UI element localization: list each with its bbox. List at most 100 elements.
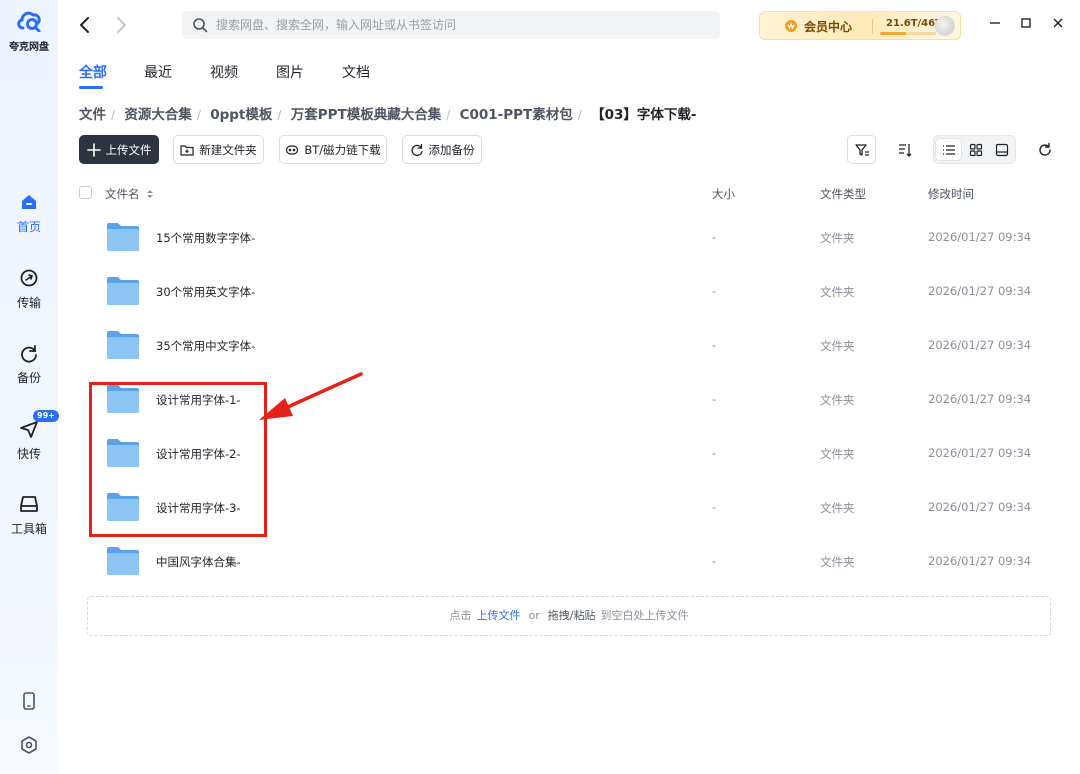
file-name[interactable]: 35个常用中文字体- [156,338,255,354]
file-modified-time: 2026/01/27 09:34 [928,446,1032,460]
transfer-icon [20,269,38,287]
refresh-button[interactable] [1030,135,1059,164]
file-size: - [712,554,717,568]
tab-recent[interactable]: 最近 [144,62,172,82]
table-row[interactable]: 30个常用英文字体- - 文件夹 2026/01/27 09:34 [79,265,1059,319]
breadcrumb-item[interactable]: 0ppt模板 [210,107,272,123]
vip-center-button[interactable]: 会员中心 21.6T/46T [759,11,961,40]
folder-icon [107,547,139,575]
tab-documents[interactable]: 文档 [342,62,370,82]
avatar[interactable] [935,16,955,36]
list-view-icon [942,144,955,155]
breadcrumb-item[interactable]: 万套PPT模板典藏大合集 [291,107,442,123]
file-modified-time: 2026/01/27 09:34 [928,338,1032,352]
upload-button[interactable]: 上传文件 [79,135,159,164]
sidebar-item-label: 快传 [16,447,41,461]
filter-button[interactable] [847,135,876,164]
sidebar-item-toolbox[interactable]: 工具箱 [0,494,58,537]
column-header-modified[interactable]: 修改时间 [928,186,974,202]
app-logo[interactable]: 夸克网盘 [0,8,58,53]
tab-video[interactable]: 视频 [210,62,238,82]
bt-download-button-label: BT/磁力链下载 [304,142,381,157]
new-folder-icon [180,144,194,156]
file-size: - [712,284,717,298]
file-name[interactable]: 30个常用英文字体- [156,284,255,300]
close-icon[interactable] [1051,16,1065,30]
upload-button-label: 上传文件 [105,142,152,157]
dropzone-suffix: 到空白处上传文件 [600,609,689,622]
file-size: - [712,230,717,244]
column-header-size[interactable]: 大小 [712,186,735,202]
sort-button[interactable] [890,135,919,164]
column-header-name[interactable]: 文件名 [105,186,154,202]
backup-icon [21,345,37,363]
view-mode-switcher [933,135,1016,164]
grid-view-icon [969,143,982,156]
table-row[interactable]: 中国风字体合集- - 文件夹 2026/01/27 09:34 [79,535,1059,589]
storage-quota: 21.6T/46T [886,18,942,29]
folder-icon [107,277,139,305]
minimize-icon[interactable] [988,16,1002,30]
preview-view-icon [995,143,1008,156]
sidebar-item-label: 工具箱 [10,522,47,536]
phone-icon[interactable] [19,691,39,711]
file-type: 文件夹 [820,231,855,245]
add-backup-button[interactable]: 添加备份 [402,135,482,164]
add-backup-button-label: 添加备份 [428,142,475,157]
refresh-icon [1038,142,1051,156]
breadcrumb-item[interactable]: C001-PPT素材包 [460,107,573,123]
tab-images[interactable]: 图片 [276,62,304,82]
settings-icon[interactable] [19,735,39,755]
dropzone-upload-link[interactable]: 上传文件 [477,609,521,622]
dropzone-paste-label: 拖拽/粘贴 [547,609,596,622]
table-row[interactable]: 35个常用中文字体- - 文件夹 2026/01/27 09:34 [79,319,1059,373]
breadcrumb-item[interactable]: 文件 [79,107,106,123]
dropzone-or: or [528,609,540,622]
file-size: - [712,500,717,514]
storage-quota-bar [880,32,936,35]
table-row[interactable]: 15个常用数字字体- - 文件夹 2026/01/27 09:34 [79,211,1059,265]
maximize-icon[interactable] [1019,16,1033,30]
annotation-arrow-icon [259,372,363,420]
preview-view-button[interactable] [989,139,1014,160]
sidebar-item-label: 首页 [16,220,41,234]
sidebar-item-backup[interactable]: 备份 [0,343,58,386]
toolbox-icon [20,496,38,512]
grid-view-button[interactable] [963,139,988,160]
back-button[interactable] [75,14,95,36]
sidebar-item-transfer[interactable]: 传输 [0,268,58,311]
home-icon [22,195,36,209]
file-modified-time: 2026/01/27 09:34 [928,392,1032,406]
sidebar: 夸克网盘 首页 传输 备份 99+ 快传 工具箱 [0,0,59,774]
forward-button[interactable] [111,14,131,36]
file-modified-time: 2026/01/27 09:34 [928,230,1032,244]
divider [872,19,873,34]
file-name[interactable]: 15个常用数字字体- [156,230,255,246]
breadcrumb: 文件 / 资源大合集/ 0ppt模板 / 万套PPT模板典藏大合集 / C001-PP… [79,107,697,123]
sidebar-item-home[interactable]: 首页 [0,192,58,235]
file-table-header: 文件名 大小 文件类型 修改时间 [79,184,1059,202]
notification-badge: 99+ [33,410,59,422]
sidebar-item-quick-send[interactable]: 99+ 快传 [0,410,59,462]
tab-all[interactable]: 全部 [79,62,107,82]
search-bar[interactable] [182,11,720,39]
breadcrumb-item[interactable]: 资源大合集 [124,107,192,123]
file-modified-time: 2026/01/27 09:34 [928,554,1032,568]
file-size: - [712,446,717,460]
new-folder-button[interactable]: 新建文件夹 [173,135,264,164]
column-header-type[interactable]: 文件类型 [820,186,866,202]
file-type: 文件夹 [820,555,855,569]
search-icon [193,18,208,33]
file-type: 文件夹 [820,339,855,353]
search-input[interactable] [216,11,706,39]
upload-dropzone[interactable]: 点击 上传文件 or 拖拽/粘贴 到空白处上传文件 [87,596,1051,636]
file-size: - [712,392,717,406]
plus-icon [86,142,101,157]
list-view-button[interactable] [936,139,961,160]
bt-download-button[interactable]: BT/磁力链下载 [279,135,387,164]
select-all-checkbox[interactable] [79,186,92,199]
sort-icon [898,143,911,157]
file-name[interactable]: 中国风字体合集- [156,554,241,570]
column-header-label: 文件名 [105,187,140,201]
file-type: 文件夹 [820,447,855,461]
